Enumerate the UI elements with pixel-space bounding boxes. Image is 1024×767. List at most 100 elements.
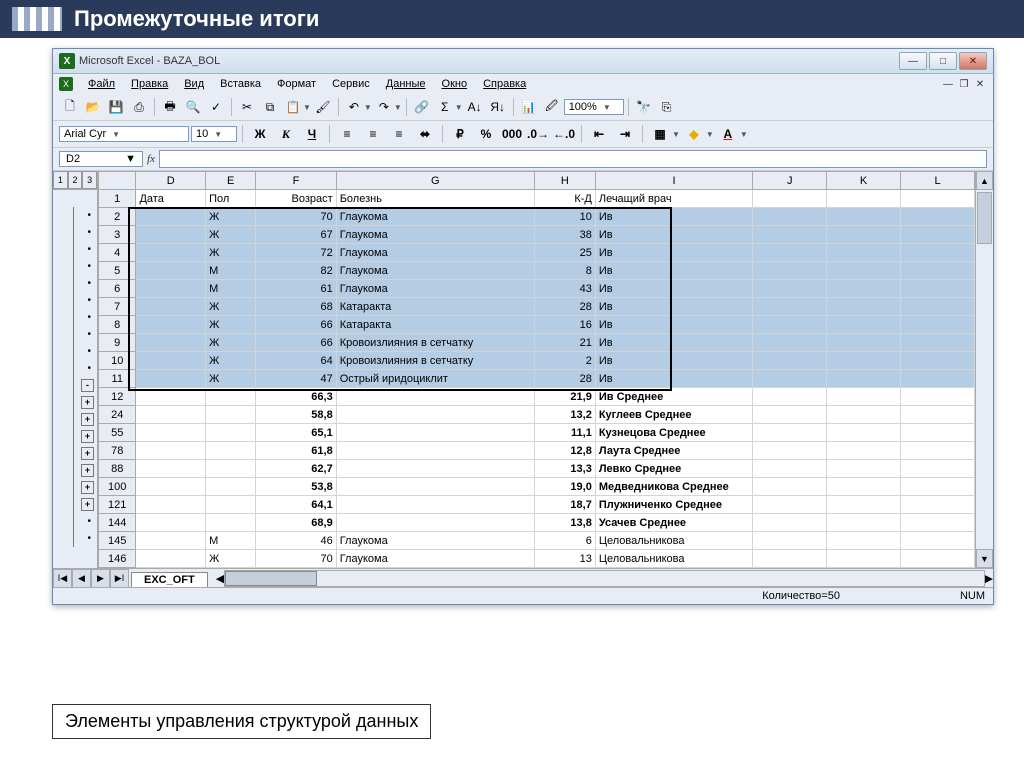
cell[interactable] [136,550,206,568]
currency-icon[interactable]: ₽ [448,123,472,145]
col-header-J[interactable]: J [753,172,827,190]
cell[interactable]: 25 [534,244,595,262]
row-header[interactable]: 9 [99,334,136,352]
cell[interactable]: 82 [256,262,336,280]
outline-row[interactable]: • [53,309,97,326]
open-icon[interactable]: 📂 [82,96,104,118]
cell[interactable] [136,370,206,388]
menu-edit[interactable]: Правка [124,76,175,92]
cell[interactable] [827,352,901,370]
cell[interactable]: Ив [595,334,752,352]
cell[interactable] [336,478,534,496]
cell[interactable]: 43 [534,280,595,298]
col-header-L[interactable]: L [901,172,975,190]
cell[interactable]: 65,1 [256,424,336,442]
size-select[interactable]: 10▼ [191,126,237,142]
cell[interactable] [136,442,206,460]
cell[interactable]: 62,7 [256,460,336,478]
cell[interactable]: 8 [534,262,595,280]
cell[interactable]: 21 [534,334,595,352]
outline-row[interactable]: • [53,343,97,360]
draw-icon[interactable]: 🖉 [541,96,563,118]
cell[interactable]: Ив [595,226,752,244]
cell[interactable] [827,496,901,514]
cell[interactable] [901,496,975,514]
cell[interactable]: Ж [206,298,256,316]
cell[interactable] [136,352,206,370]
cell[interactable] [753,478,827,496]
fx-icon[interactable]: fx [147,153,155,165]
cell[interactable]: М [206,262,256,280]
cell[interactable]: К-Д [534,190,595,208]
cell[interactable] [753,334,827,352]
cell[interactable] [901,370,975,388]
outline-row[interactable]: • [53,241,97,258]
cell[interactable]: Глаукома [336,262,534,280]
copy-icon[interactable]: ⧉ [259,96,281,118]
scroll-left-icon[interactable]: ◀ [216,572,224,585]
horizontal-scrollbar[interactable]: ◀ ▶ [216,570,993,587]
cell[interactable]: 28 [534,370,595,388]
cell[interactable] [753,442,827,460]
row-header[interactable]: 10 [99,352,136,370]
last-tab-icon[interactable]: ▶I [110,569,129,588]
cell[interactable]: Ж [206,334,256,352]
row-header[interactable]: 78 [99,442,136,460]
cell[interactable]: 47 [256,370,336,388]
cell[interactable]: 64,1 [256,496,336,514]
cell[interactable]: Ив Среднее [595,388,752,406]
cell[interactable] [827,226,901,244]
chart-icon[interactable]: 📊 [518,96,540,118]
cell[interactable] [753,352,827,370]
outline-row[interactable]: • [53,360,97,377]
cell[interactable]: 67 [256,226,336,244]
cell[interactable]: Катаракта [336,298,534,316]
dec-dec-icon[interactable]: ←.0 [552,123,576,145]
cell[interactable]: 28 [534,298,595,316]
expand-icon[interactable]: + [81,447,94,460]
cell[interactable] [901,298,975,316]
cell[interactable] [206,406,256,424]
comma-icon[interactable]: 000 [500,123,524,145]
cell[interactable] [827,316,901,334]
percent-icon[interactable]: % [474,123,498,145]
minimize-button[interactable]: — [899,52,927,70]
cell[interactable] [753,370,827,388]
formula-input[interactable] [159,150,987,168]
cell[interactable]: 13,8 [534,514,595,532]
cell[interactable] [827,514,901,532]
cell[interactable] [901,478,975,496]
cell[interactable]: Лаута Среднее [595,442,752,460]
row-header[interactable]: 100 [99,478,136,496]
cell[interactable] [336,496,534,514]
font-select[interactable]: Arial Cyr▼ [59,126,189,142]
preview-icon[interactable]: 🔍 [182,96,204,118]
close-button[interactable]: ✕ [959,52,987,70]
row-header[interactable]: 2 [99,208,136,226]
paste-icon[interactable]: 📋 [282,96,304,118]
row-header[interactable]: 145 [99,532,136,550]
bold-button[interactable]: Ж [248,123,272,145]
outline-row[interactable]: • [53,224,97,241]
cell[interactable] [136,460,206,478]
cell[interactable] [336,424,534,442]
cell[interactable]: Ив [595,352,752,370]
indent-inc-icon[interactable]: ⇥ [613,123,637,145]
next-tab-icon[interactable]: ▶ [91,569,110,588]
cell[interactable]: 46 [256,532,336,550]
cell[interactable] [901,280,975,298]
cell[interactable]: 2 [534,352,595,370]
cell[interactable] [336,460,534,478]
cell[interactable] [753,280,827,298]
cell[interactable] [901,460,975,478]
cell[interactable]: Целовальникова [595,550,752,568]
row-header[interactable]: 5 [99,262,136,280]
inc-dec-icon[interactable]: .0→ [526,123,550,145]
menu-insert[interactable]: Вставка [213,76,268,92]
align-right-icon[interactable]: ≡ [387,123,411,145]
app-icon[interactable]: X [59,77,73,91]
cell[interactable]: 10 [534,208,595,226]
cell[interactable] [753,190,827,208]
row-header[interactable]: 88 [99,460,136,478]
cell[interactable] [827,208,901,226]
